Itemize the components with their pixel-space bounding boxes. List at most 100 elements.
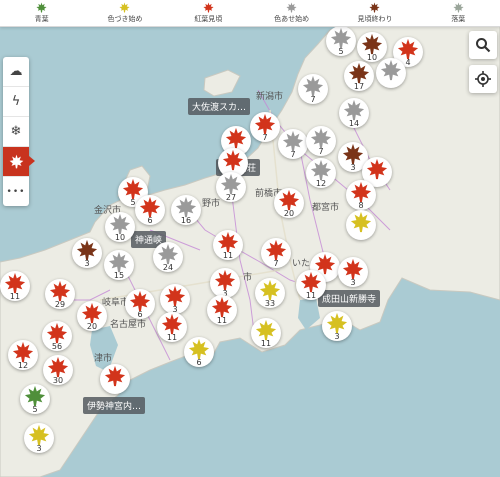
spot-marker[interactable]: 29 — [45, 279, 75, 309]
maple-leaf-icon — [76, 239, 98, 261]
spot-marker[interactable]: 11 — [207, 295, 237, 325]
spot-marker[interactable]: 3 — [338, 257, 368, 287]
maple-leaf-icon — [129, 290, 151, 312]
spot-count: 33 — [264, 299, 276, 308]
spot-marker[interactable] — [100, 364, 130, 394]
autumn-leaves-button[interactable] — [3, 147, 35, 177]
legend-item-peak[interactable]: 紅葉見頃 — [167, 0, 250, 26]
spot-marker[interactable]: 30 — [43, 355, 73, 385]
spot-marker[interactable]: 8 — [346, 180, 376, 210]
spot-marker[interactable]: 12 — [306, 158, 336, 188]
spot-count: 6 — [196, 358, 202, 367]
map-city-label: 新潟市 — [256, 92, 284, 102]
spot-marker[interactable]: 3 — [72, 238, 102, 268]
search-button[interactable] — [469, 31, 497, 59]
maple-leaf-icon — [380, 59, 402, 81]
spot-marker[interactable]: 20 — [77, 301, 107, 331]
spot-marker[interactable]: 14 — [339, 98, 369, 128]
snowflake-button[interactable]: ❄ — [3, 117, 29, 147]
spot-count: 12 — [17, 361, 29, 370]
maple-leaf-icon — [203, 2, 214, 13]
spot-marker[interactable]: 11 — [0, 271, 30, 301]
spot-count: 56 — [51, 342, 63, 351]
spot-count: 24 — [162, 263, 174, 272]
spot-marker[interactable]: 7 — [298, 74, 328, 104]
more-button[interactable]: ••• — [3, 177, 29, 206]
legend-item-fading[interactable]: 色あせ始め — [250, 0, 333, 26]
rain-cloud-button[interactable]: ☁ — [3, 57, 29, 87]
place-label[interactable]: 伊勢神宮内… — [83, 397, 146, 414]
spot-count: 11 — [166, 333, 178, 342]
legend-item-green[interactable]: 青葉 — [0, 0, 83, 26]
spot-marker[interactable]: 15 — [104, 250, 134, 280]
spot-count: 12 — [315, 179, 327, 188]
spot-count: 11 — [305, 291, 317, 300]
spot-marker[interactable]: 3 — [24, 423, 54, 453]
spot-count: 15 — [113, 271, 125, 280]
maple-leaf-icon — [109, 213, 131, 235]
spot-marker[interactable]: 11 — [213, 230, 243, 260]
legend-item-ended[interactable]: 見頃終わり — [333, 0, 416, 26]
legend-bar: 青葉 色づき始め 紅葉見頃 色あせ始め 見頃終わり 落葉 — [0, 0, 500, 27]
spot-marker[interactable]: 6 — [184, 337, 214, 367]
legend-item-turning[interactable]: 色づき始め — [83, 0, 166, 26]
spot-marker[interactable]: 10 — [105, 212, 135, 242]
spot-marker[interactable]: 11 — [296, 270, 326, 300]
japan-map[interactable] — [0, 0, 500, 477]
maple-leaf-icon — [47, 356, 69, 378]
legend-item-fallen[interactable]: 落葉 — [417, 0, 500, 26]
spot-marker[interactable]: 33 — [255, 278, 285, 308]
maple-leaf-icon — [300, 271, 322, 293]
spot-count: 6 — [147, 216, 153, 225]
spot-marker[interactable]: 3 — [210, 268, 240, 298]
spot-marker[interactable]: 12 — [8, 340, 38, 370]
spot-marker[interactable]: 5 — [20, 384, 50, 414]
maple-leaf-icon — [282, 130, 304, 152]
maple-leaf-icon — [28, 424, 50, 446]
locate-button[interactable] — [469, 65, 497, 93]
maple-leaf-icon — [366, 158, 388, 180]
lightning-button[interactable]: ϟ — [3, 87, 29, 117]
spot-marker[interactable]: 7 — [306, 126, 336, 156]
maple-leaf-icon — [222, 149, 244, 171]
spot-marker[interactable]: 27 — [216, 172, 246, 202]
place-label[interactable]: 成田山新勝寺 — [318, 290, 381, 307]
spot-count: 7 — [262, 133, 268, 142]
spot-marker[interactable]: 7 — [278, 129, 308, 159]
spot-marker[interactable]: 10 — [357, 32, 387, 62]
maple-leaf-icon — [139, 196, 161, 218]
place-label[interactable]: 大佐渡スカ… — [188, 98, 251, 115]
spot-marker[interactable]: 11 — [157, 312, 187, 342]
maple-leaf-icon — [220, 173, 242, 195]
spot-marker[interactable]: 56 — [42, 321, 72, 351]
spot-marker[interactable]: 3 — [160, 284, 190, 314]
spot-marker[interactable]: 6 — [135, 195, 165, 225]
spot-marker[interactable]: 11 — [251, 318, 281, 348]
spot-marker[interactable] — [346, 210, 376, 240]
spot-marker[interactable]: 24 — [153, 242, 183, 272]
spot-marker[interactable]: 3 — [322, 311, 352, 341]
spot-marker[interactable]: 7 — [261, 238, 291, 268]
spot-count: 30 — [52, 376, 64, 385]
maple-leaf-icon — [108, 251, 130, 273]
search-icon — [476, 38, 491, 53]
map-city-label: 都宮市 — [312, 203, 340, 213]
maple-leaf-icon — [453, 2, 464, 13]
spot-marker[interactable]: 7 — [250, 112, 280, 142]
spot-marker[interactable]: 17 — [344, 61, 374, 91]
spot-marker[interactable]: 20 — [274, 188, 304, 218]
spot-marker[interactable]: 16 — [171, 195, 201, 225]
spot-count: 3 — [334, 332, 340, 341]
maple-leaf-icon — [302, 75, 324, 97]
legend-label: 青葉 — [34, 15, 49, 23]
spot-count: 14 — [348, 119, 360, 128]
maple-leaf-icon — [188, 338, 210, 360]
spot-marker[interactable]: 6 — [125, 289, 155, 319]
maple-leaf-icon — [214, 269, 236, 291]
maple-leaf-icon — [211, 296, 233, 318]
spot-marker[interactable]: 5 — [326, 26, 356, 56]
legend-label: 落葉 — [451, 15, 466, 23]
spot-marker[interactable] — [376, 58, 406, 88]
spot-count: 3 — [84, 259, 90, 268]
spot-count: 7 — [290, 150, 296, 159]
